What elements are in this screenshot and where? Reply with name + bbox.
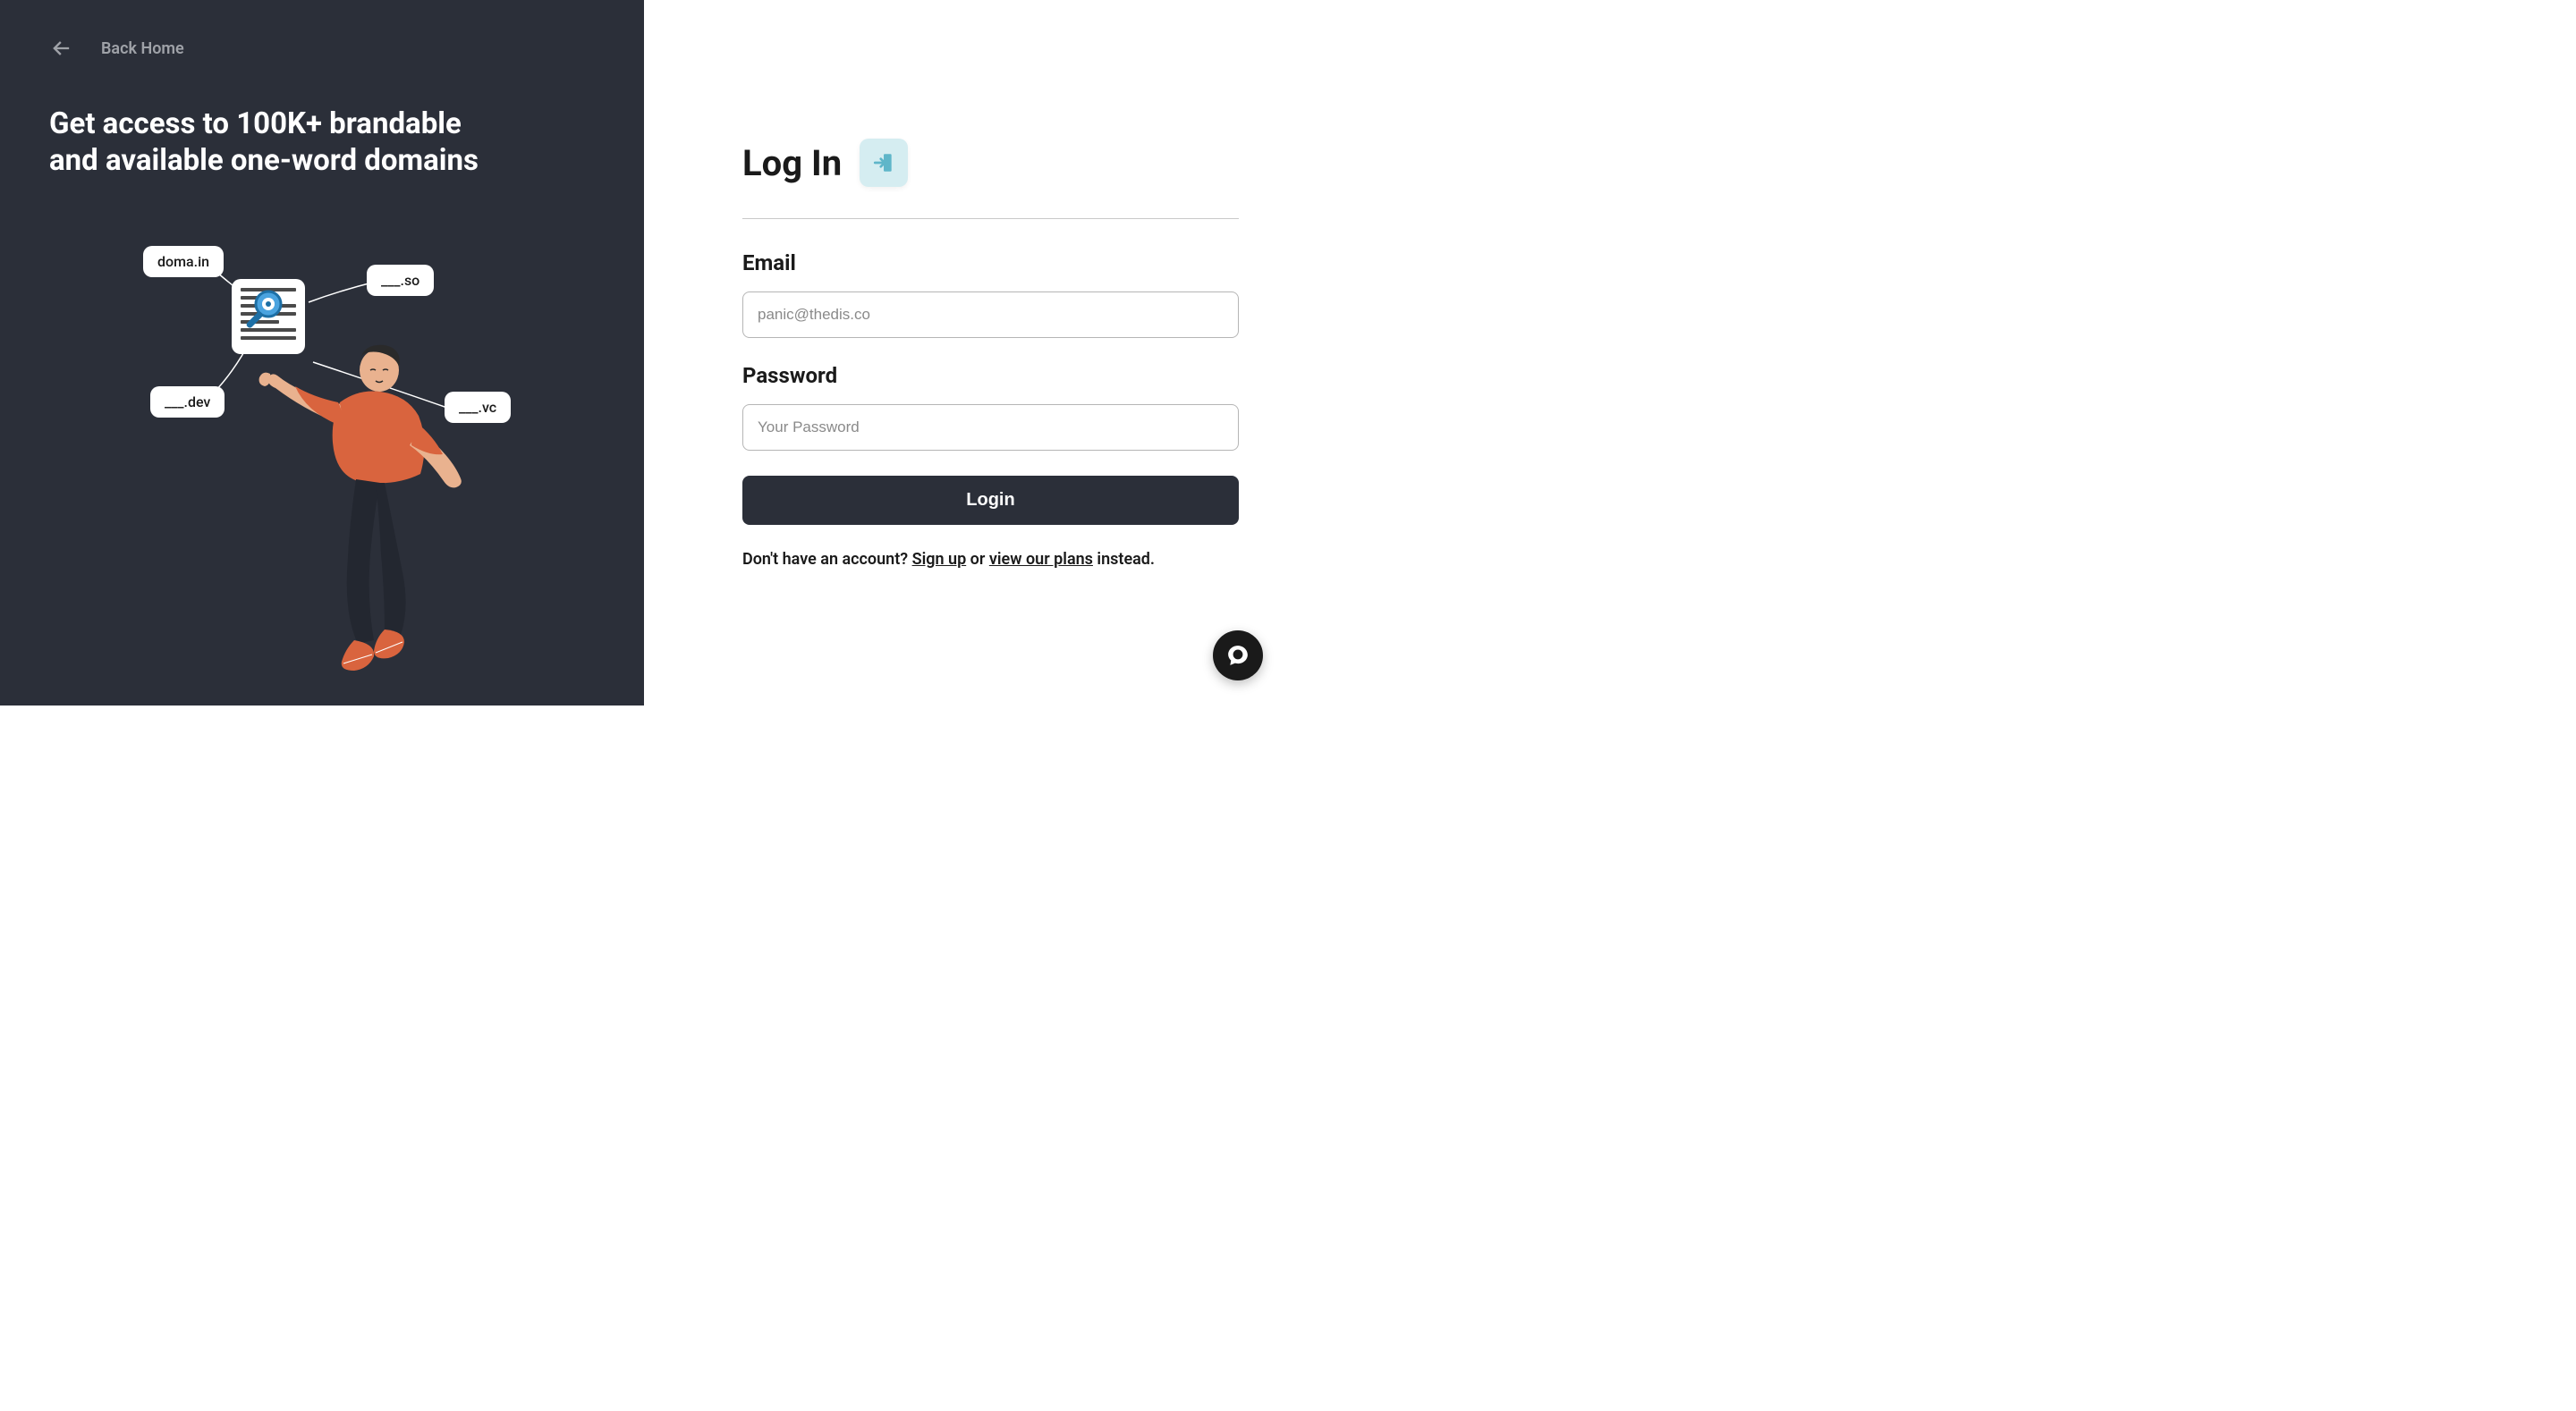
hero-illustration: doma.in ___.so ___.dev ___.vc (107, 232, 537, 680)
domain-bubble: doma.in (143, 246, 224, 277)
chat-bubble-icon (1226, 644, 1250, 667)
hero-headline: Get access to 100K+ brandable and availa… (49, 106, 496, 180)
login-door-icon (872, 151, 895, 174)
email-label: Email (742, 250, 1239, 275)
login-panel: Log In Email Password Login Don't have a… (644, 0, 1288, 706)
email-field[interactable] (742, 291, 1239, 338)
signup-prompt: Don't have an account? Sign up or view o… (742, 550, 1239, 569)
domain-bubble: ___.so (367, 265, 434, 296)
footer-mid: or (966, 550, 989, 569)
password-field[interactable] (742, 404, 1239, 451)
hero-panel: Back Home Get access to 100K+ brandable … (0, 0, 644, 706)
magnifier-icon (242, 286, 288, 333)
domain-bubble: ___.dev (150, 386, 225, 418)
person-illustration (250, 340, 465, 680)
chat-widget-button[interactable] (1213, 630, 1263, 680)
sign-up-link[interactable]: Sign up (912, 550, 967, 569)
back-home-link[interactable]: Back Home (49, 36, 595, 61)
arrow-left-icon (49, 36, 74, 61)
back-home-label: Back Home (101, 39, 184, 58)
login-title: Log In (742, 142, 842, 184)
view-plans-link[interactable]: view our plans (989, 550, 1093, 569)
login-icon (860, 139, 908, 187)
password-label: Password (742, 363, 1239, 388)
footer-prefix: Don't have an account? (742, 550, 912, 569)
footer-suffix: instead. (1093, 550, 1155, 569)
login-button[interactable]: Login (742, 476, 1239, 525)
login-header: Log In (742, 139, 1239, 219)
